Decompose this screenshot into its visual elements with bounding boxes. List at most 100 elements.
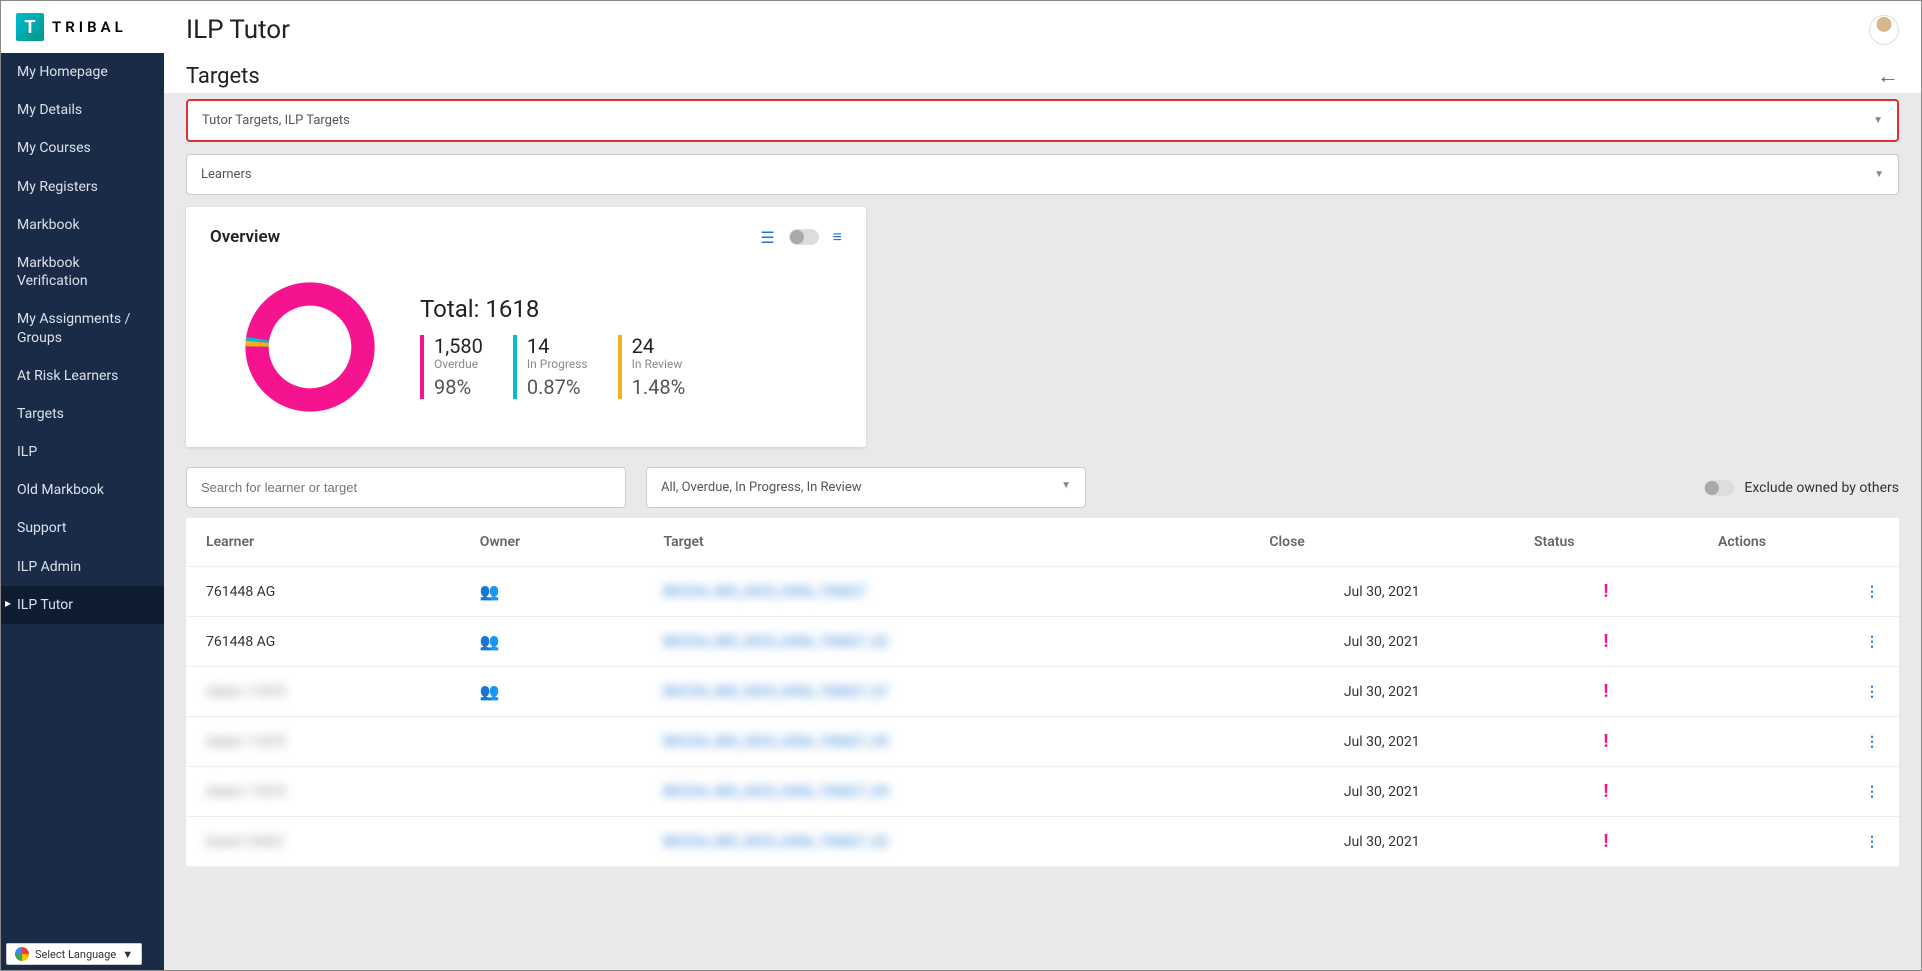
filter-icon[interactable]: ≡ [833, 227, 842, 247]
cell-status: ! [1514, 567, 1698, 617]
list-icon[interactable]: ☰ [760, 228, 774, 247]
cell-actions[interactable]: ⋮ [1698, 567, 1899, 617]
table-row: 761448 AG 👥 BHCS4_485_3025_0456_706827_02J… [186, 617, 1899, 667]
cell-owner [460, 717, 644, 767]
more-actions-icon: ⋮ [1865, 634, 1879, 650]
caret-down-icon: ▼ [122, 948, 133, 961]
col-close[interactable]: Close [1249, 518, 1514, 567]
col-learner[interactable]: Learner [186, 518, 460, 567]
table-row: Adam 11875 👥 BHCS4_485_3025_0456_706827_07… [186, 667, 1899, 717]
main-content: ILP Tutor Targets ← Tutor Targets, ILP T… [164, 1, 1921, 970]
cell-actions[interactable]: ⋮ [1698, 667, 1899, 717]
cell-status: ! [1514, 717, 1698, 767]
status-overdue-icon: ! [1604, 631, 1609, 652]
cell-learner[interactable]: 761448 AG [186, 617, 460, 667]
cell-target[interactable]: BHCS4_485_3025_0456_706827_07 [643, 667, 1249, 717]
exclude-toggle[interactable] [1704, 480, 1734, 496]
status-overdue-icon: ! [1604, 781, 1609, 802]
table-row: Adam 11875 BHCS4_485_3025_0456_706827_09J… [186, 717, 1899, 767]
status-filter-select[interactable]: All, Overdue, In Progress, In Review ▼ [646, 467, 1086, 508]
stat-review: 24 In Review 1.48% [618, 335, 686, 399]
sidebar-item-targets[interactable]: Targets [1, 395, 164, 433]
sidebar-item-at-risk[interactable]: At Risk Learners [1, 357, 164, 395]
cell-target[interactable]: BHCS4_485_3025_0456_706827_02 [643, 617, 1249, 667]
learners-select[interactable]: Learners ▼ [186, 154, 1899, 195]
page-title: ILP Tutor [186, 15, 290, 45]
caret-down-icon: ▼ [1874, 169, 1884, 180]
col-status[interactable]: Status [1514, 518, 1698, 567]
col-owner[interactable]: Owner [460, 518, 644, 567]
user-avatar[interactable] [1869, 15, 1899, 45]
sidebar-item-markbook[interactable]: Markbook [1, 206, 164, 244]
cell-learner[interactable]: Adam 11875 [186, 767, 460, 817]
overview-card: Overview ☰ ≡ Total: 1618 [186, 207, 866, 447]
status-filter-value: All, Overdue, In Progress, In Review [661, 480, 862, 495]
google-icon [15, 947, 29, 961]
cell-actions[interactable]: ⋮ [1698, 717, 1899, 767]
cell-actions[interactable]: ⋮ [1698, 817, 1899, 867]
section-title: Targets [186, 64, 260, 89]
cell-owner: 👥 [460, 617, 644, 667]
logo-badge-icon: T [16, 13, 44, 41]
cell-owner [460, 767, 644, 817]
sidebar-item-courses[interactable]: My Courses [1, 129, 164, 167]
stat-overdue: 1,580 Overdue 98% [420, 335, 483, 399]
sidebar-item-markbook-verification[interactable]: Markbook Verification [1, 244, 164, 300]
cell-learner[interactable]: Adam 11875 [186, 717, 460, 767]
caret-down-icon: ▼ [1873, 115, 1883, 126]
owner-icon: 👥 [480, 682, 500, 701]
cell-target[interactable]: BHCS4_485_3025_0456_706827 [643, 567, 1249, 617]
more-actions-icon: ⋮ [1865, 784, 1879, 800]
owner-icon: 👥 [480, 632, 500, 651]
col-actions[interactable]: Actions [1698, 518, 1899, 567]
cell-close: Jul 30, 2021 [1249, 617, 1514, 667]
content-area: Tutor Targets, ILP Targets ▼ Learners ▼ … [164, 93, 1921, 970]
total-count: Total: 1618 [420, 295, 685, 323]
more-actions-icon: ⋮ [1865, 684, 1879, 700]
sidebar-item-registers[interactable]: My Registers [1, 168, 164, 206]
cell-owner: 👥 [460, 667, 644, 717]
sidebar-item-details[interactable]: My Details [1, 91, 164, 129]
cell-learner[interactable]: Adam 11875 [186, 667, 460, 717]
sidebar: T TRIBAL My Homepage My Details My Cours… [1, 1, 164, 970]
cell-target[interactable]: BHCS4_485_3025_0456_706827_09 [643, 767, 1249, 817]
cell-status: ! [1514, 817, 1698, 867]
cell-owner [460, 817, 644, 867]
more-actions-icon: ⋮ [1865, 734, 1879, 750]
cell-status: ! [1514, 617, 1698, 667]
target-type-value: Tutor Targets, ILP Targets [202, 113, 350, 128]
col-target[interactable]: Target [643, 518, 1249, 567]
cell-target[interactable]: BHCS4_485_3025_0456_706827_02 [643, 817, 1249, 867]
targets-table: Learner Owner Target Close Status Action… [186, 518, 1899, 867]
sidebar-item-assignments[interactable]: My Assignments / Groups [1, 300, 164, 356]
brand-logo: T TRIBAL [1, 1, 164, 53]
cell-close: Jul 30, 2021 [1249, 717, 1514, 767]
more-actions-icon: ⋮ [1865, 584, 1879, 600]
cell-learner[interactable]: 761448 AG [186, 567, 460, 617]
cell-status: ! [1514, 767, 1698, 817]
sidebar-item-ilp-tutor[interactable]: ILP Tutor [1, 586, 164, 624]
language-label: Select Language [35, 948, 116, 961]
target-type-select[interactable]: Tutor Targets, ILP Targets ▼ [186, 99, 1899, 142]
cell-close: Jul 30, 2021 [1249, 567, 1514, 617]
cell-close: Jul 30, 2021 [1249, 667, 1514, 717]
cell-target[interactable]: BHCS4_485_3025_0456_706827_09 [643, 717, 1249, 767]
language-selector[interactable]: Select Language ▼ [6, 943, 142, 965]
cell-learner[interactable]: David 10422 [186, 817, 460, 867]
cell-actions[interactable]: ⋮ [1698, 617, 1899, 667]
sidebar-item-support[interactable]: Support [1, 509, 164, 547]
cell-close: Jul 30, 2021 [1249, 767, 1514, 817]
overview-title: Overview [210, 227, 280, 247]
sidebar-item-old-markbook[interactable]: Old Markbook [1, 471, 164, 509]
overview-toggle[interactable] [789, 229, 819, 245]
sidebar-item-ilp[interactable]: ILP [1, 433, 164, 471]
back-arrow-icon[interactable]: ← [1877, 63, 1899, 89]
learners-value: Learners [201, 167, 252, 182]
sidebar-item-ilp-admin[interactable]: ILP Admin [1, 548, 164, 586]
cell-close: Jul 30, 2021 [1249, 817, 1514, 867]
table-row: 761448 AG👥BHCS4_485_3025_0456_706827Jul … [186, 567, 1899, 617]
search-input[interactable] [186, 467, 626, 508]
sidebar-item-homepage[interactable]: My Homepage [1, 53, 164, 91]
brand-text: TRIBAL [52, 18, 127, 36]
cell-actions[interactable]: ⋮ [1698, 767, 1899, 817]
